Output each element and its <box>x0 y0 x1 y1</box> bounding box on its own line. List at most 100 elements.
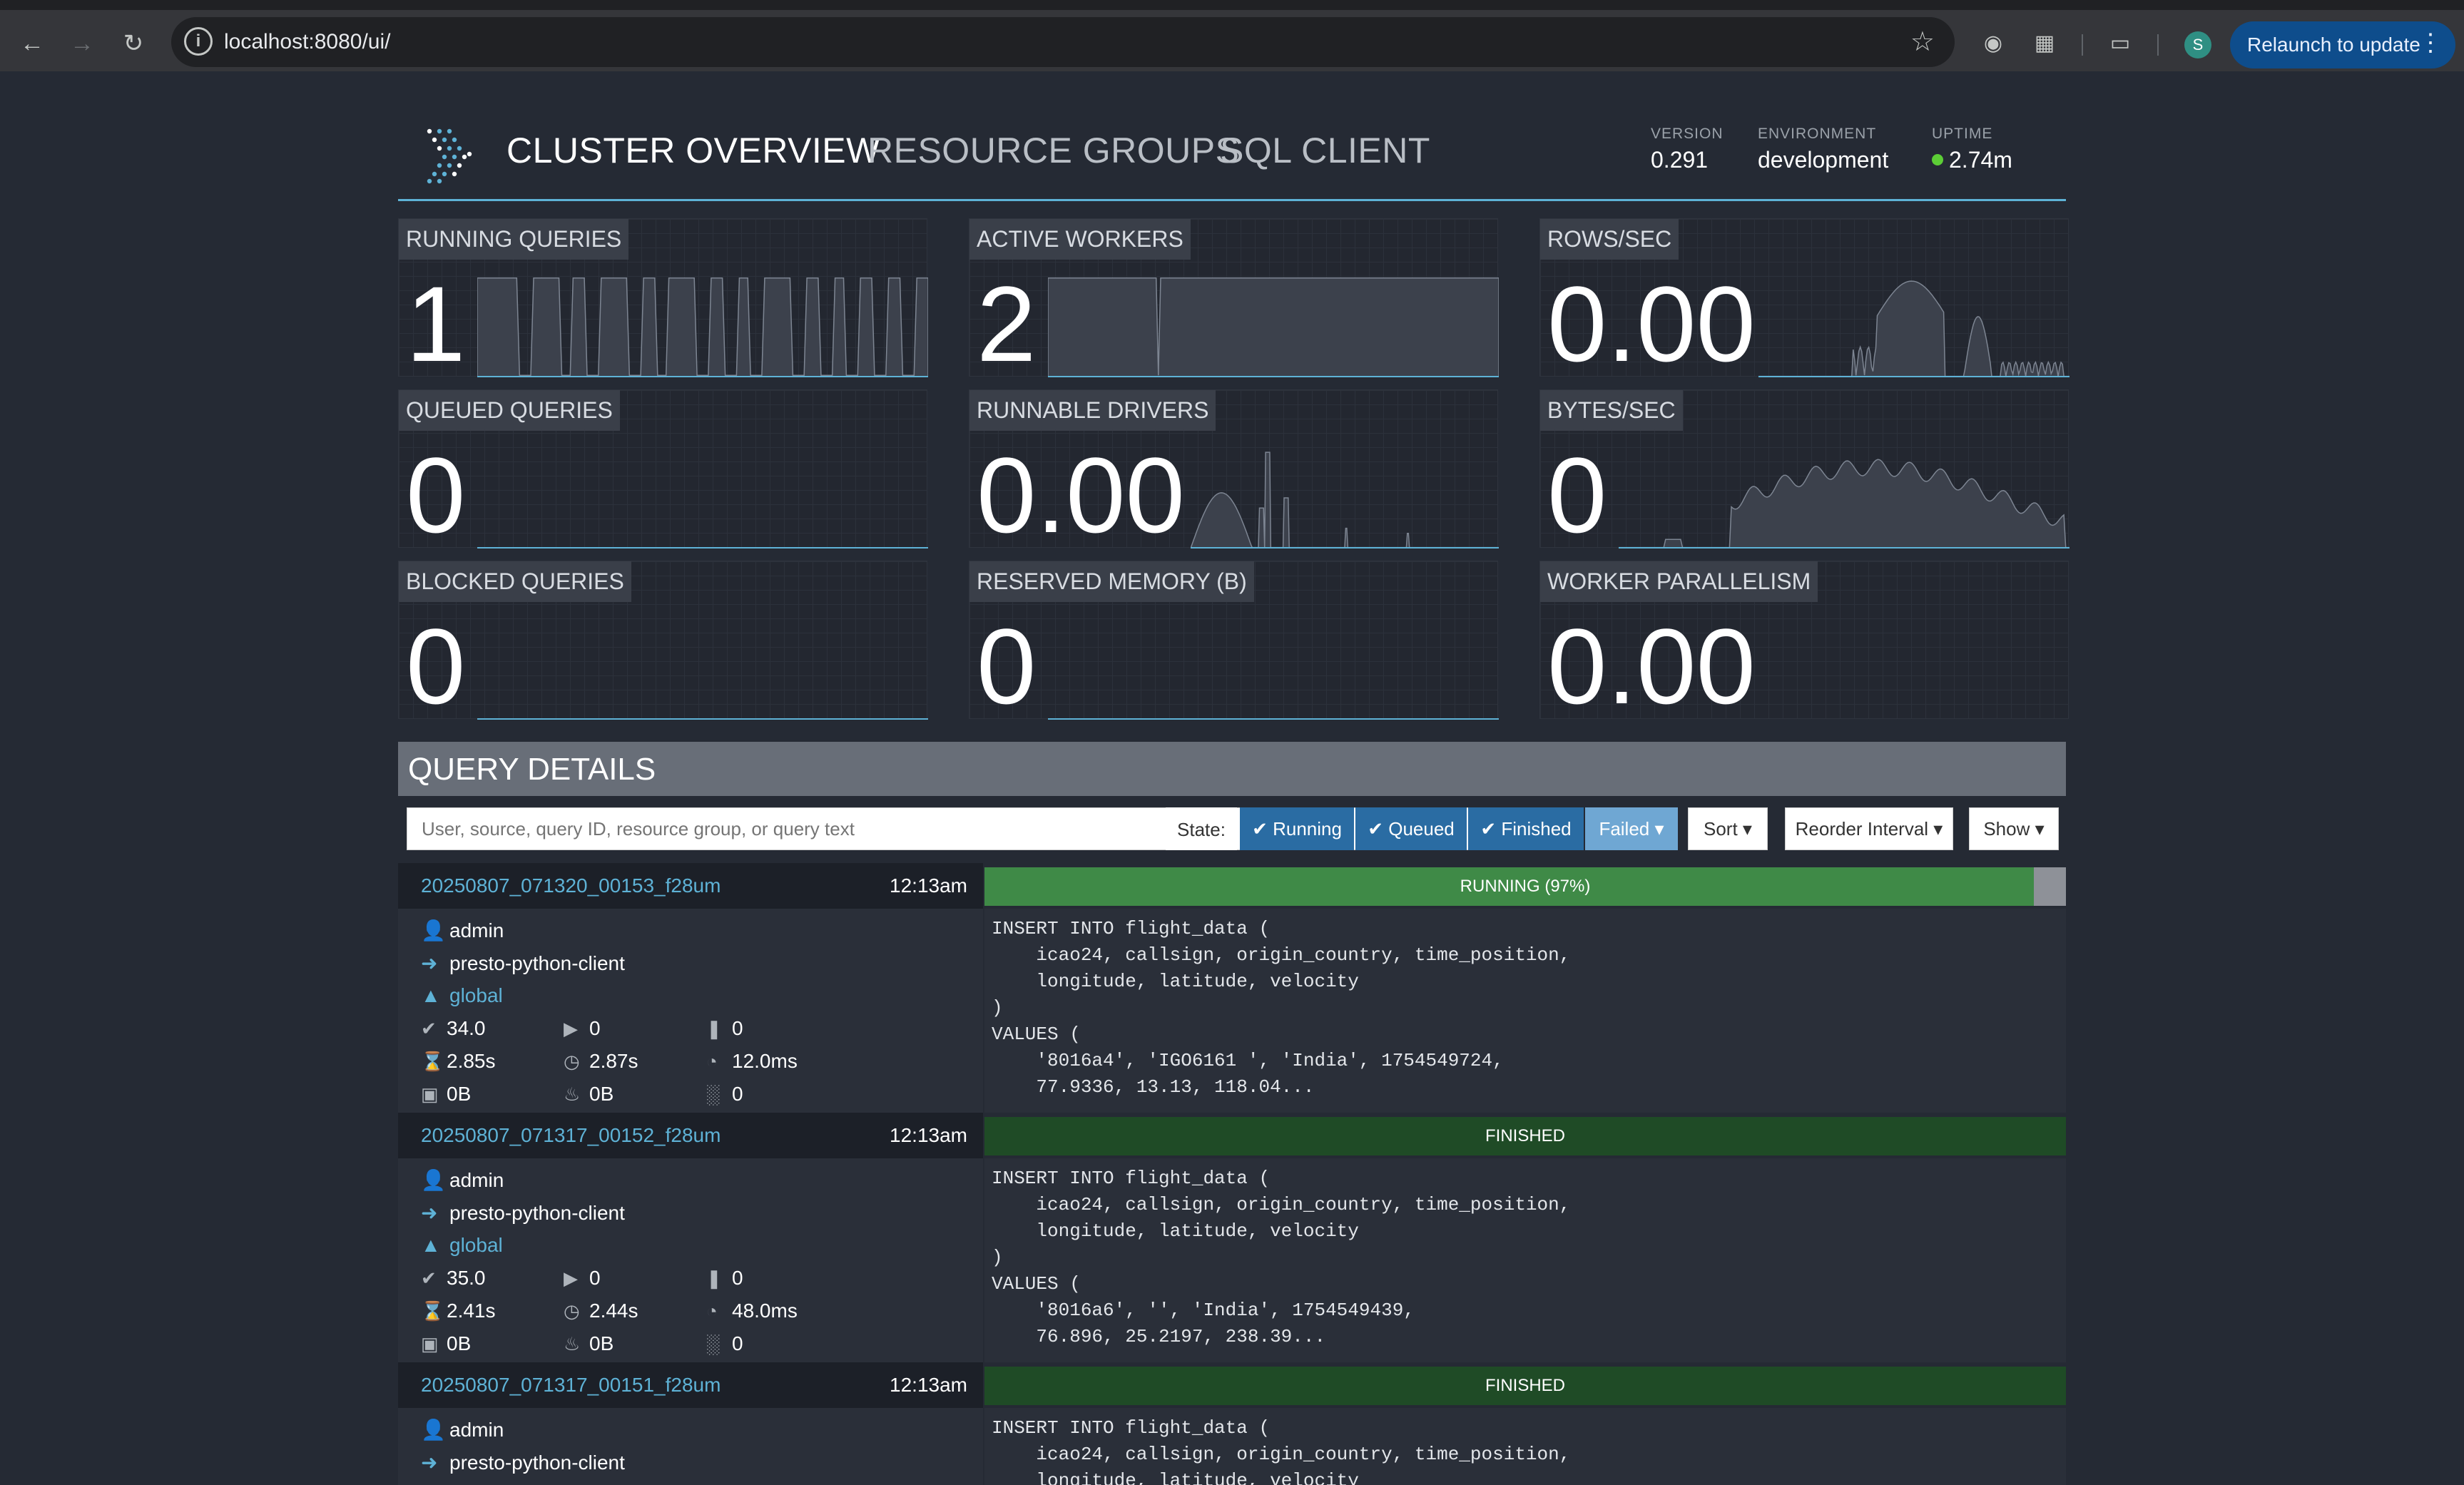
logo-dot <box>442 171 447 177</box>
running-splits: 0 <box>589 1017 601 1039</box>
filter-queued-button[interactable]: ✔ Queued <box>1355 807 1467 850</box>
version-value: 0.291 <box>1651 147 1709 173</box>
sparkline-area <box>1758 280 2070 377</box>
sparkline-area <box>1048 277 1499 377</box>
metric-value: 0 <box>406 606 466 726</box>
query-source: presto-python-client <box>449 1201 625 1224</box>
extensions-puzzle-icon[interactable]: ▦ <box>2030 29 2059 57</box>
metric-value: 1 <box>406 264 466 384</box>
show-dropdown[interactable]: Show ▾ <box>1969 807 2059 850</box>
back-arrow-icon[interactable]: ← <box>14 26 50 61</box>
metric-value: 0 <box>977 606 1037 726</box>
query-state: FINISHED <box>1485 1376 1565 1395</box>
forward-arrow-icon[interactable]: → <box>64 26 100 61</box>
filter-failed-dropdown[interactable]: Failed ▾ <box>1585 807 1678 850</box>
extension-icon[interactable]: ◉ <box>1979 29 2007 57</box>
nav-cluster-overview[interactable]: CLUSTER OVERVIEW <box>506 130 880 171</box>
bar-chart-icon: ░ <box>706 1332 720 1354</box>
bytes-sec-sparkline <box>1619 459 2070 548</box>
metric-label: QUEUED QUERIES <box>399 390 620 431</box>
sparkline-area <box>1191 451 1499 548</box>
address-bar[interactable]: i localhost:8080/ui/ ☆ <box>171 17 1955 67</box>
query-id-link[interactable]: 20250807_071317_00152_f28um <box>421 1124 721 1147</box>
logo-dot <box>437 163 442 168</box>
metric-rows-sec: ROWS/SEC 0.00 <box>1539 218 2070 377</box>
relaunch-button[interactable]: Relaunch to update ⋮ <box>2230 21 2455 68</box>
queued-queries-sparkline <box>477 547 928 548</box>
query-resource-group[interactable]: global <box>449 1234 503 1257</box>
logo-dot <box>457 163 462 168</box>
filter-label: Running <box>1273 817 1342 840</box>
nav-resource-groups[interactable]: RESOURCE GROUPS <box>867 130 1239 171</box>
query-progress-bar[interactable]: FINISHED <box>984 1117 2066 1155</box>
wall-time: 2.85s <box>447 1050 496 1072</box>
filter-label: Failed <box>1599 817 1650 840</box>
running-splits-icon: ▶ <box>564 1017 578 1039</box>
metric-label: RESERVED MEMORY (B) <box>969 561 1254 602</box>
site-info-icon[interactable]: i <box>184 27 213 56</box>
queued-splits: 0 <box>732 1267 743 1289</box>
blocked-queries-sparkline <box>477 718 928 720</box>
completed-splits: 35.0 <box>447 1267 486 1289</box>
user-icon: 👤 <box>421 1419 446 1441</box>
query-sql: INSERT INTO flight_data ( icao24, callsi… <box>984 1158 2066 1362</box>
profile-avatar[interactable]: S <box>2184 31 2211 58</box>
query-id-link[interactable]: 20250807_071320_00153_f28um <box>421 874 721 897</box>
page-header: CLUSTER OVERVIEW RESOURCE GROUPS SQL CLI… <box>398 114 2066 201</box>
caret-down-icon: ▾ <box>2035 817 2045 840</box>
logo-dot <box>452 154 457 160</box>
query-progress-bar[interactable]: FINISHED <box>984 1367 2066 1405</box>
current-memory: 0B <box>447 1083 472 1105</box>
metric-bytes-sec: BYTES/SEC 0 <box>1539 389 2070 548</box>
query-progress-bar[interactable]: RUNNING (97%) <box>984 867 2066 906</box>
filter-running-button[interactable]: ✔ Running <box>1240 807 1354 850</box>
queued-splits-icon: ❚ <box>706 1267 722 1289</box>
elapsed-time: 2.44s <box>589 1300 638 1322</box>
sort-dropdown[interactable]: Sort ▾ <box>1688 807 1768 850</box>
metric-active-workers: ACTIVE WORKERS 2 <box>969 218 1499 384</box>
clock-icon: ◷ <box>564 1300 580 1322</box>
more-menu-icon[interactable]: ⋮ <box>2418 29 2443 57</box>
query-header: 20250807_071317_00152_f28um 12:13am <box>398 1113 983 1158</box>
logo-dot <box>447 128 452 134</box>
logo-dot <box>462 154 467 160</box>
uptime-info: UPTIME 2.74m <box>1932 126 2012 173</box>
dashboard-icon: ◔ <box>706 1050 718 1072</box>
toolbar-separator <box>2157 34 2159 56</box>
browser-toolbar: ← → ↻ i localhost:8080/ui/ ☆ ◉ ▦ ▭ S Rel… <box>0 0 2464 71</box>
sort-label: Sort <box>1704 817 1738 840</box>
logo-dot <box>452 137 457 143</box>
cpu-time: 12.0ms <box>732 1050 798 1072</box>
query-source: presto-python-client <box>449 1451 625 1474</box>
url-text[interactable]: localhost:8080/ui/ <box>224 30 391 54</box>
active-workers-sparkline <box>1048 277 1499 377</box>
rows-sec-sparkline <box>1758 280 2070 377</box>
query-resource-group[interactable]: global <box>449 984 503 1007</box>
reorder-interval-dropdown[interactable]: Reorder Interval ▾ <box>1785 807 1953 850</box>
bookmark-star-icon[interactable]: ☆ <box>1910 26 1935 58</box>
current-memory: 0B <box>447 1332 472 1354</box>
query-state: FINISHED <box>1485 1126 1565 1145</box>
logo-dot <box>427 128 432 134</box>
presto-logo[interactable] <box>424 124 484 184</box>
version-info: VERSION 0.291 <box>1651 126 1724 173</box>
logo-dot <box>467 151 472 157</box>
reload-icon[interactable]: ↻ <box>116 26 151 61</box>
query-header: 20250807_071320_00153_f28um 12:13am <box>398 863 983 909</box>
filter-finished-button[interactable]: ✔ Finished <box>1468 807 1584 850</box>
query-id-link[interactable]: 20250807_071317_00151_f28um <box>421 1374 721 1397</box>
clock-icon: ◷ <box>564 1050 580 1072</box>
completed-splits-icon: ✔ <box>421 1017 437 1039</box>
query-sql: INSERT INTO flight_data ( icao24, callsi… <box>984 909 2066 1113</box>
metric-blocked-queries: BLOCKED QUERIES 0 <box>398 561 928 726</box>
elapsed-time: 2.87s <box>589 1050 638 1072</box>
logo-dot <box>432 137 437 143</box>
query-item: 20250807_071317_00152_f28um 12:13am 👤 adm… <box>398 1113 2066 1362</box>
metric-running-queries: RUNNING QUERIES 1 <box>398 218 928 384</box>
nav-sql-client[interactable]: SQL CLIENT <box>1220 130 1430 171</box>
cumulative-memory: 0 <box>732 1083 743 1105</box>
cast-icon[interactable]: ▭ <box>2106 29 2134 57</box>
road-icon: ▲ <box>421 1234 441 1256</box>
metric-value: 2 <box>977 264 1037 384</box>
hourglass-icon: ⌛ <box>421 1300 444 1322</box>
